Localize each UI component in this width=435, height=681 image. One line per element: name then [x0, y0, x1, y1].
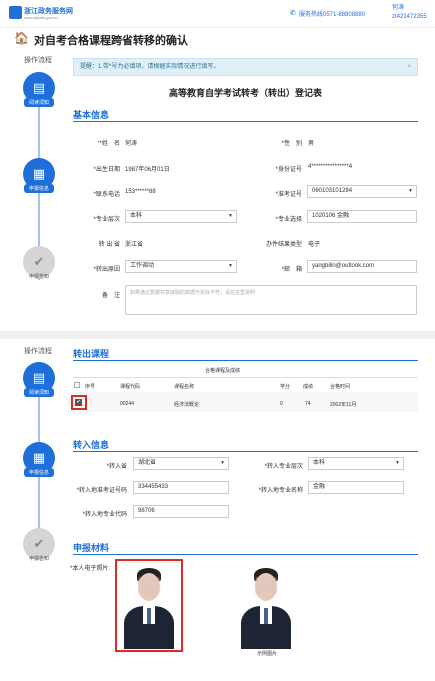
level-select[interactable]: 本科 ▼ [125, 210, 237, 223]
phone-icon: ✆ [290, 10, 296, 17]
in-major-code-input[interactable]: 98706 [133, 505, 229, 518]
sample-photo [235, 562, 297, 649]
gender-label: *性 别 [281, 141, 302, 147]
book-icon: ▤ [32, 370, 46, 385]
home-icon[interactable]: 🏠 [14, 31, 29, 45]
col-index: 序号 [85, 384, 96, 390]
phone-value: 153******88 [125, 189, 156, 195]
sample-caption: 示例图片 [257, 651, 278, 657]
major-label: *专业选择 [275, 217, 302, 223]
in-level-select[interactable]: 本科 ▼ [308, 457, 404, 470]
gender-value: 男 [308, 141, 315, 147]
table-divider [73, 377, 418, 378]
exam-label: *准考证号 [275, 192, 302, 198]
step-notify-label[interactable]: 申报告知 [24, 272, 54, 281]
notice-text: 提醒：1.带*号为必填项，请根据实际情况进行填写。 [80, 64, 220, 70]
phone-label: *联系电话 [93, 192, 120, 198]
in-level-label: *转入专业层次 [264, 464, 303, 470]
in-major-code-label: *转入地专业代码 [82, 512, 127, 518]
birth-value: 1987年06月01日 [125, 167, 170, 173]
section-materials: 申报材料 [73, 543, 110, 553]
close-icon[interactable]: × [407, 59, 411, 75]
page-title: 对自考合格课程跨省转移的确认 [34, 35, 188, 47]
section-divider [73, 554, 418, 555]
table-title: 合格课程及成绩 [205, 368, 241, 374]
name-label: **姓 名 [97, 141, 120, 147]
document-icon: ▦ [32, 450, 46, 465]
remark-label: 备 注 [101, 293, 120, 299]
row-code: 00244 [120, 401, 134, 407]
in-province-label: *转入省 [106, 464, 127, 470]
chevron-down-icon: ▼ [395, 460, 400, 466]
select-all-checkbox[interactable] [74, 382, 80, 388]
exam-number-select[interactable]: 060103101284 ▼ [307, 185, 417, 198]
chevron-down-icon: ▼ [220, 460, 225, 466]
remark-textarea[interactable]: 如果通过数据共享获取的数据与实际不符，请在这里说明 [125, 285, 417, 315]
check-icon: ✔ [33, 254, 45, 269]
col-score: 成绩 [303, 384, 314, 390]
section-basic-info: 基本信息 [73, 110, 110, 120]
steps-label: 操作流程 [24, 57, 52, 64]
level-label: *专业层次 [93, 217, 120, 223]
document-icon: ▦ [32, 166, 46, 181]
hotline: 服务热线0571-88808880 [299, 12, 366, 18]
row-score: 74 [305, 401, 311, 407]
row-time: 2002年11月 [330, 402, 357, 408]
user-name[interactable]: 何涛 zt421472355 [392, 4, 432, 22]
chevron-down-icon: ▼ [228, 213, 233, 219]
notice-banner: 提醒：1.带*号为必填项，请根据实际情况进行填写。 × [73, 58, 418, 76]
section-divider [73, 451, 418, 452]
section-divider [73, 360, 418, 361]
in-major-name-input[interactable]: 金融 [308, 481, 404, 494]
step-declare-label-2[interactable]: 申报信息 [24, 468, 54, 477]
in-exam-input[interactable]: 334455433 [133, 481, 229, 494]
in-major-name-label: *转入地专业名称 [258, 488, 303, 494]
out-province-value: 浙江省 [125, 242, 144, 248]
section-transfer-out: 转出课程 [73, 349, 110, 359]
row-checkbox[interactable]: ✔ [75, 399, 82, 406]
major-input[interactable]: 1020106 金融 [307, 210, 417, 223]
step-notify-label-2[interactable]: 申报告知 [24, 554, 54, 563]
section-transfer-in: 转入信息 [73, 440, 110, 450]
chevron-down-icon: ▼ [228, 263, 233, 269]
col-code: 课程代码 [120, 384, 141, 390]
uploaded-photo[interactable] [118, 562, 180, 649]
id-label: *身份证号 [275, 167, 302, 173]
logo-icon[interactable] [9, 6, 22, 19]
reason-select[interactable]: 工作调动 ▼ [125, 260, 237, 273]
col-credit: 学分 [280, 384, 291, 390]
in-exam-label: *转入地准考证号码 [76, 488, 127, 494]
row-name: 经济法概论 [174, 402, 200, 408]
chevron-down-icon: ▼ [408, 188, 413, 194]
id-value: 4****************4 [308, 164, 353, 170]
col-time: 合格时间 [330, 384, 351, 390]
result-type-label: 办件结果类型 [265, 242, 302, 248]
in-province-select[interactable]: 湖北省 ▼ [133, 457, 229, 470]
section-divider [73, 121, 418, 122]
birth-label: *出生日期 [93, 167, 120, 173]
steps-label-2: 操作流程 [24, 348, 52, 355]
step-declare-label[interactable]: 申报信息 [24, 184, 54, 193]
book-icon: ▤ [32, 80, 46, 95]
step-read-label[interactable]: 阅读须知 [24, 98, 54, 107]
photo-label: *本人电子照片: [70, 566, 111, 572]
check-icon: ✔ [33, 536, 45, 551]
name-value: 何涛 [125, 141, 138, 147]
row-credit: 0 [280, 401, 283, 407]
result-type-value: 电子 [308, 242, 321, 248]
form-title: 高等教育自学考试转考（转出）登记表 [168, 88, 322, 98]
email-label: *邮 箱 [281, 267, 302, 273]
email-field[interactable]: yangbilin@outlook.com [307, 260, 417, 273]
page-divider [0, 331, 435, 339]
reason-label: *转出原因 [93, 267, 120, 273]
col-name: 课程名称 [174, 384, 195, 390]
logo-url: www.zjzwfw.gov.cn [24, 15, 58, 20]
step-read-label-2[interactable]: 阅读须知 [24, 388, 54, 397]
out-province-label: 转 出 省 [98, 242, 120, 248]
